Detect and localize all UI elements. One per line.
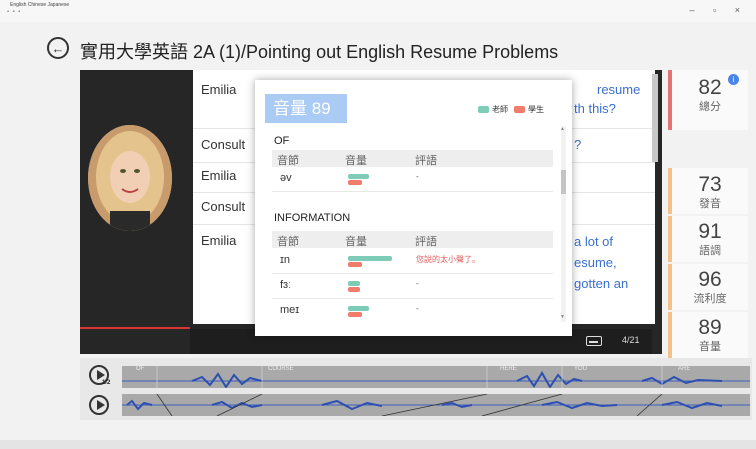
score-intonation: 91 語調 — [668, 216, 748, 262]
comment: - — [416, 279, 419, 288]
syllable-table-header: 音節 音量 評語 — [272, 150, 553, 167]
student-volume-bar — [348, 287, 360, 292]
word-heading: OF — [274, 135, 290, 147]
col-syllable: 音節 — [277, 236, 299, 248]
teacher-volume-bar — [348, 306, 369, 311]
sentence-text: esume, — [574, 255, 617, 270]
student-swatch — [514, 106, 525, 113]
transcript-scrollbar[interactable] — [652, 74, 658, 162]
syllable-table-header: 音節 音量 評語 — [272, 231, 553, 248]
sentence-text: a lot of — [574, 234, 614, 249]
score-value: 89 — [698, 316, 722, 339]
sentence-text: ? — [574, 137, 582, 152]
syllable-row: fɜː - — [272, 274, 553, 299]
sentence-text: resume — [597, 82, 641, 97]
teacher-volume-bar — [348, 281, 360, 286]
speaker-name: Emilia — [201, 233, 237, 248]
phoneme: fɜː — [280, 279, 292, 291]
speed-label: 1/2 — [102, 380, 111, 386]
app-title: English Chinese Japanese — [10, 2, 70, 8]
teacher-legend-label: 老師 — [492, 105, 508, 114]
col-comment: 評語 — [415, 236, 437, 248]
wave-word-label: YOU — [574, 366, 588, 372]
volume-score-badge: 音量 89 — [265, 94, 347, 123]
comment: - — [416, 304, 419, 313]
col-volume: 音量 — [345, 236, 367, 248]
title-bar: English Chinese Japanese ⚬ ⚬ ⚬ – ▫ × — [0, 0, 756, 22]
score-value: 96 — [698, 268, 722, 291]
teacher-swatch — [478, 106, 489, 113]
popup-scrollbar[interactable] — [561, 126, 566, 322]
score-label: 發音 — [699, 198, 721, 210]
window-controls[interactable]: – ▫ × — [690, 5, 748, 15]
wave-word-label: COURSE — [268, 366, 294, 372]
window-dots: ⚬ ⚬ ⚬ — [6, 9, 22, 15]
back-button[interactable]: ← — [47, 37, 69, 59]
wave-word-label: OF — [136, 366, 145, 372]
teacher-volume-bar — [348, 256, 392, 261]
legend: 老師 學生 — [478, 104, 544, 115]
wave-word-label: ARE — [678, 366, 691, 372]
comment: 您說的太小聲了。 — [416, 255, 480, 264]
info-icon[interactable]: i — [728, 74, 739, 85]
arrow-left-icon: ← — [51, 40, 65, 56]
score-label: 流利度 — [693, 293, 727, 305]
student-volume-bar — [348, 262, 362, 267]
scroll-up-icon[interactable]: ▲ — [560, 126, 565, 132]
comment: - — [416, 172, 419, 181]
score-fluency: 96 流利度 — [668, 264, 748, 310]
syllable-row: meɪ - — [272, 299, 553, 323]
speaker-name: Consult — [201, 199, 246, 214]
phoneme: əv — [280, 172, 292, 184]
col-syllable: 音節 — [277, 155, 299, 167]
score-label: 總分 — [699, 101, 721, 113]
score-value: 91 — [698, 220, 722, 243]
scroll-down-icon[interactable]: ▼ — [560, 314, 565, 320]
phoneme: ɪn — [280, 254, 291, 266]
score-value: 73 — [698, 173, 722, 196]
word-heading: INFORMATION — [274, 212, 351, 224]
syllable-row: əv - — [272, 167, 553, 192]
score-label: 音量 — [699, 341, 721, 353]
wave-word-label: HERE — [500, 366, 517, 372]
progress-line — [80, 327, 190, 329]
student-volume-bar — [348, 180, 362, 185]
col-comment: 評語 — [415, 155, 437, 167]
popup-scrollbar-thumb[interactable] — [561, 170, 566, 194]
sentence-text: th this? — [574, 101, 616, 116]
page-title: 實用大學英語 2A (1)/Pointing out English Resum… — [80, 42, 559, 62]
score-volume: 89 音量 — [668, 312, 748, 358]
play-button[interactable] — [89, 395, 109, 415]
status-bar — [0, 440, 756, 449]
phoneme: meɪ — [280, 304, 300, 316]
subtitle-icon[interactable] — [586, 336, 602, 346]
page-counter: 4/21 — [622, 335, 640, 345]
score-label: 語調 — [699, 245, 721, 257]
teacher-volume-bar — [348, 174, 369, 179]
syllable-row: ɪn 您說的太小聲了。 — [272, 249, 553, 274]
sentence-text: gotten an — [574, 276, 629, 291]
student-legend-label: 學生 — [528, 105, 544, 114]
avatar — [88, 125, 172, 231]
speaker-name: Emilia — [201, 168, 237, 183]
student-waveform[interactable] — [122, 394, 750, 416]
speaker-name: Emilia — [201, 82, 237, 97]
teacher-waveform[interactable]: OF COURSE HERE YOU ARE — [122, 366, 750, 388]
score-pronunciation: 73 發音 — [668, 168, 748, 214]
col-volume: 音量 — [345, 155, 367, 167]
student-volume-bar — [348, 312, 362, 317]
speaker-name: Consult — [201, 137, 246, 152]
